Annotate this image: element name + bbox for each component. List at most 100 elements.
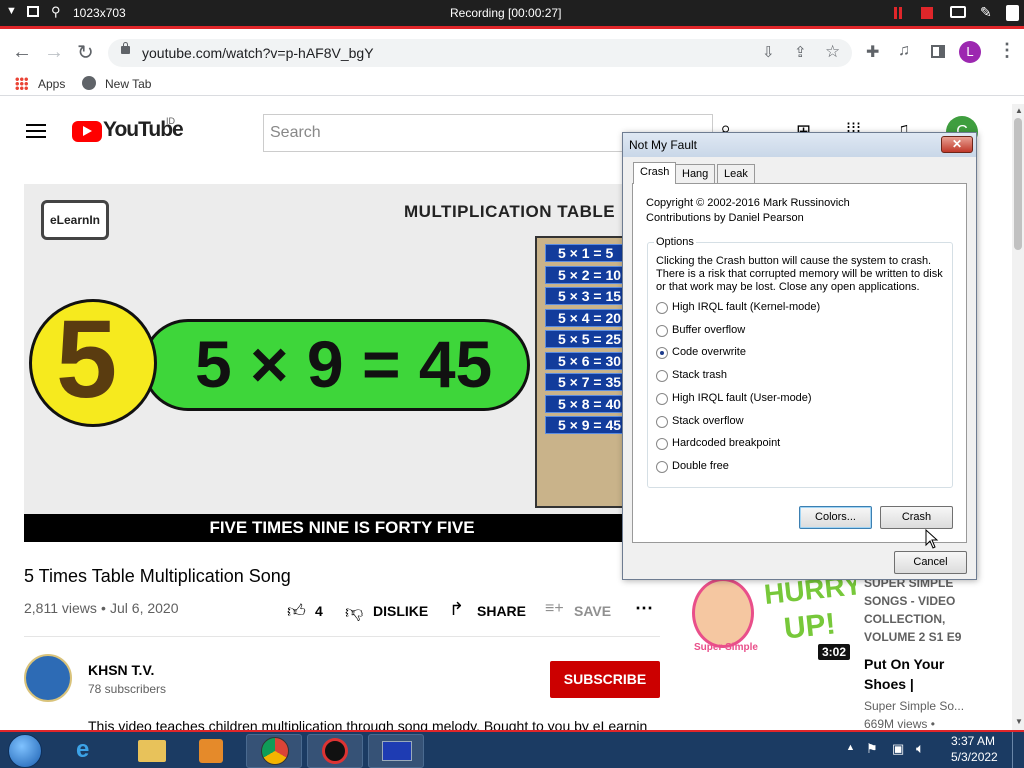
media-control-icon[interactable]: ♫ bbox=[898, 42, 910, 60]
recorder-bar: ▼ ⚲ 1023x703 Recording [00:00:27] ✎ bbox=[0, 0, 1024, 26]
hamburger-menu-icon[interactable] bbox=[26, 124, 46, 126]
highlighter-icon[interactable] bbox=[1006, 5, 1019, 21]
tray-expand-icon[interactable]: ▲ bbox=[846, 742, 855, 752]
share-page-icon[interactable]: ⇪ bbox=[794, 43, 807, 61]
video-duration: 3:02 bbox=[818, 644, 851, 660]
options-group: Options Clicking the Crash button will c… bbox=[647, 236, 953, 488]
subscriber-count: 78 subscribers bbox=[88, 682, 167, 696]
thumb-character bbox=[692, 578, 754, 648]
side-panel-icon[interactable] bbox=[931, 45, 945, 58]
media-player-icon[interactable] bbox=[199, 739, 223, 763]
clock-date[interactable]: 5/3/2022 bbox=[951, 750, 998, 764]
pen-icon[interactable]: ✎ bbox=[980, 4, 992, 21]
video-player[interactable]: eLearnIn MULTIPLICATION TABLE 5 × 9 = 45… bbox=[24, 184, 660, 542]
not-my-fault-dialog: Not My Fault ✕ Crash Hang Leak Copyright… bbox=[622, 132, 977, 580]
tab-crash[interactable]: Crash bbox=[633, 162, 677, 184]
network-icon[interactable]: ▣ bbox=[892, 741, 904, 757]
recording-resolution: 1023x703 bbox=[73, 6, 126, 20]
bookmark-new-tab[interactable]: New Tab bbox=[105, 77, 151, 91]
bookmarks-bar: Apps New Tab bbox=[0, 72, 1024, 96]
save-button[interactable]: SAVE bbox=[574, 603, 611, 619]
thumb-logo: Super Simple bbox=[694, 642, 758, 653]
globe-icon bbox=[82, 76, 96, 90]
back-icon[interactable]: ← bbox=[12, 41, 32, 64]
camera-icon[interactable] bbox=[950, 6, 966, 18]
subscribe-button[interactable]: SUBSCRIBE bbox=[550, 661, 660, 698]
meta-separator: • bbox=[101, 600, 106, 616]
bookmark-star-icon[interactable]: ☆ bbox=[825, 42, 840, 62]
apps-grid-icon bbox=[15, 77, 28, 90]
reload-icon[interactable]: ↻ bbox=[77, 40, 94, 65]
recommended-thumbnail[interactable]: HURRY UP! Super Simple 3:02 bbox=[688, 572, 856, 666]
channel-name[interactable]: KHSN T.V. bbox=[88, 662, 154, 678]
windows-taskbar: e ▲ ⚑ ▣ 🔈︎ 3:37 AM 5/3/2022 bbox=[0, 730, 1024, 768]
chrome-menu-icon[interactable]: ⋮ bbox=[998, 40, 1016, 61]
pause-icon[interactable] bbox=[894, 7, 897, 19]
address-bar[interactable]: youtube.com/watch?v=p-hAF8V_bgY ⇩ ⇪ ☆ bbox=[108, 39, 852, 67]
dislike-icon[interactable]: 👎︎ bbox=[345, 601, 363, 623]
video-caption: FIVE TIMES NINE IS FORTY FIVE bbox=[24, 514, 660, 542]
tab-hang[interactable]: Hang bbox=[675, 164, 716, 184]
crash-warning: Clicking the Crash button will cause the… bbox=[656, 255, 943, 293]
digit-mascot: 5 bbox=[29, 298, 157, 427]
region-code: ID bbox=[166, 116, 175, 126]
save-playlist-icon[interactable]: ≡+ bbox=[545, 600, 564, 618]
taskbar-chrome[interactable] bbox=[246, 734, 302, 768]
lock-shackle bbox=[123, 42, 128, 48]
video-banner-text: MULTIPLICATION TABLE bbox=[404, 202, 616, 221]
more-actions-icon[interactable]: ⋯ bbox=[635, 598, 653, 619]
options-label: Options bbox=[654, 236, 696, 248]
video-title: 5 Times Table Multiplication Song bbox=[24, 566, 291, 586]
recommended-playlist-title[interactable]: SUPER SIMPLE SONGS - VIDEO COLLECTION, V… bbox=[864, 574, 961, 646]
thumb-up: UP! bbox=[782, 607, 838, 646]
recommended-title[interactable]: Put On Your Shoes | bbox=[864, 654, 944, 694]
start-button[interactable] bbox=[8, 734, 42, 768]
file-explorer-icon[interactable] bbox=[138, 740, 166, 762]
dialog-title: Not My Fault bbox=[629, 138, 698, 152]
scrollbar-thumb[interactable] bbox=[1014, 118, 1022, 250]
divider bbox=[24, 636, 660, 637]
like-icon[interactable]: 👍︎ bbox=[287, 600, 306, 622]
forward-icon[interactable]: → bbox=[44, 41, 64, 64]
menu-dropdown-icon[interactable]: ▼ bbox=[6, 5, 17, 17]
equation-pill: 5 × 9 = 45 bbox=[142, 319, 530, 411]
like-count[interactable]: 4 bbox=[315, 603, 323, 619]
window-icon[interactable] bbox=[27, 6, 39, 17]
show-desktop-button[interactable] bbox=[1012, 732, 1024, 768]
url-text[interactable]: youtube.com/watch?v=p-hAF8V_bgY bbox=[142, 45, 374, 61]
share-button[interactable]: SHARE bbox=[477, 603, 526, 619]
crash-button[interactable]: Crash bbox=[880, 506, 953, 529]
page-scrollbar[interactable]: ▲ ▼ bbox=[1012, 104, 1024, 730]
elearnin-logo: eLearnIn bbox=[41, 200, 109, 240]
mascot-digit: 5 bbox=[56, 298, 118, 421]
recommended-channel[interactable]: Super Simple So... bbox=[864, 699, 964, 713]
equation-text: 5 × 9 = 45 bbox=[195, 327, 493, 401]
clock-time[interactable]: 3:37 AM bbox=[951, 734, 995, 748]
dialog-titlebar[interactable]: Not My Fault ✕ bbox=[623, 133, 976, 157]
search-icon[interactable]: ⚲ bbox=[51, 4, 61, 20]
volume-icon[interactable]: 🔈︎ bbox=[916, 740, 924, 757]
recommended-views: 669M views • bbox=[864, 717, 935, 730]
dialog-close-button[interactable]: ✕ bbox=[941, 136, 973, 153]
mouse-cursor-icon bbox=[925, 529, 939, 549]
dislike-button[interactable]: DISLIKE bbox=[373, 603, 428, 619]
cancel-button[interactable]: Cancel bbox=[894, 551, 967, 574]
tab-leak[interactable]: Leak bbox=[717, 164, 755, 184]
extensions-icon[interactable]: ✚ bbox=[866, 42, 879, 62]
colors-button[interactable]: Colors... bbox=[799, 506, 872, 529]
channel-avatar[interactable] bbox=[24, 654, 72, 702]
taskbar-recorder[interactable] bbox=[307, 734, 363, 768]
share-icon[interactable]: ↱ bbox=[449, 599, 464, 620]
bookmark-apps[interactable]: Apps bbox=[38, 77, 65, 91]
view-count: 2,811 views bbox=[24, 600, 97, 616]
upload-date: Jul 6, 2020 bbox=[110, 600, 179, 616]
action-center-flag-icon[interactable]: ⚑ bbox=[866, 741, 878, 757]
youtube-logo-icon[interactable] bbox=[72, 121, 102, 142]
profile-avatar[interactable]: L bbox=[959, 41, 981, 63]
install-icon[interactable]: ⇩ bbox=[762, 43, 775, 61]
stop-icon[interactable] bbox=[921, 7, 933, 19]
internet-explorer-icon[interactable]: e bbox=[76, 736, 89, 764]
taskbar-notmyfault[interactable] bbox=[368, 734, 424, 768]
crash-tab-panel: Copyright © 2002-2016 Mark Russinovich C… bbox=[632, 183, 967, 543]
recording-status: Recording [00:00:27] bbox=[450, 6, 562, 20]
